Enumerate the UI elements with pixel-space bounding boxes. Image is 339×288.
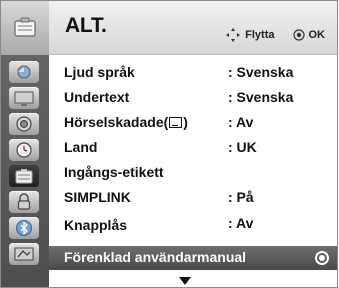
closed-caption-icon	[169, 117, 183, 128]
select-radio-icon	[315, 251, 329, 265]
menu-item-input-label[interactable]: Ingångs-etikett	[49, 161, 337, 185]
move-hint-label: Flytta	[245, 29, 275, 41]
menu-item-simple-manual[interactable]: Förenklad användarmanual	[49, 246, 337, 270]
navigation-hints: Flytta OK	[225, 27, 325, 43]
usb-media-icon[interactable]	[9, 243, 39, 265]
menu-item-label: Knapplås	[64, 217, 128, 233]
option-icon[interactable]	[9, 165, 39, 187]
menu-item-value: : Svenska	[228, 89, 294, 105]
menu-item-label: Hörselskadade()	[64, 114, 188, 130]
menu-item-value: : Svenska	[228, 64, 294, 80]
menu-item-label: Undertext	[64, 89, 130, 105]
menu-item-subtitle[interactable]: Undertext : Svenska	[49, 86, 337, 110]
audio-icon[interactable]	[9, 113, 39, 135]
menu-item-value: : UK	[228, 139, 257, 155]
menu-item-label: Förenklad användarmanual	[64, 249, 247, 265]
ok-button-icon	[292, 29, 305, 41]
menu-item-value: : Av	[228, 215, 254, 231]
menu-item-label: Ingångs-etikett	[64, 164, 164, 180]
lock-icon[interactable]	[9, 191, 39, 213]
menu-item-label: Ljud språk	[64, 64, 135, 80]
dpad-move-icon	[225, 27, 241, 43]
bluetooth-icon[interactable]	[9, 217, 39, 239]
page-title: ALT.	[65, 14, 107, 37]
menu-header: ALT. Flytta OK	[49, 1, 337, 55]
menu-item-value: : Av	[228, 114, 254, 130]
menu-item-value: : På	[228, 189, 254, 205]
menu-item-audio-language[interactable]: Ljud språk : Svenska	[49, 61, 337, 85]
menu-item-country[interactable]: Land : UK	[49, 136, 337, 160]
menu-item-simplink[interactable]: SIMPLINK : På	[49, 186, 337, 210]
clock-icon[interactable]	[9, 139, 39, 161]
category-sidebar	[1, 1, 49, 287]
ok-hint-label: OK	[308, 29, 326, 41]
menu-item-label: SIMPLINK	[64, 189, 131, 205]
option-menu-window: ALT. Flytta OK Ljud språk: Svenska Unde…	[0, 0, 338, 288]
scroll-down-arrow-icon[interactable]	[179, 277, 191, 285]
menu-item-label: Land	[64, 139, 98, 155]
menu-item-hearing-impaired[interactable]: Hörselskadade() : Av	[49, 111, 337, 135]
screen-icon[interactable]	[9, 87, 39, 109]
menu-item-key-lock[interactable]: Knapplås : Av	[49, 212, 337, 236]
option-category-header-icon	[1, 1, 49, 55]
picture-icon[interactable]	[9, 61, 39, 83]
